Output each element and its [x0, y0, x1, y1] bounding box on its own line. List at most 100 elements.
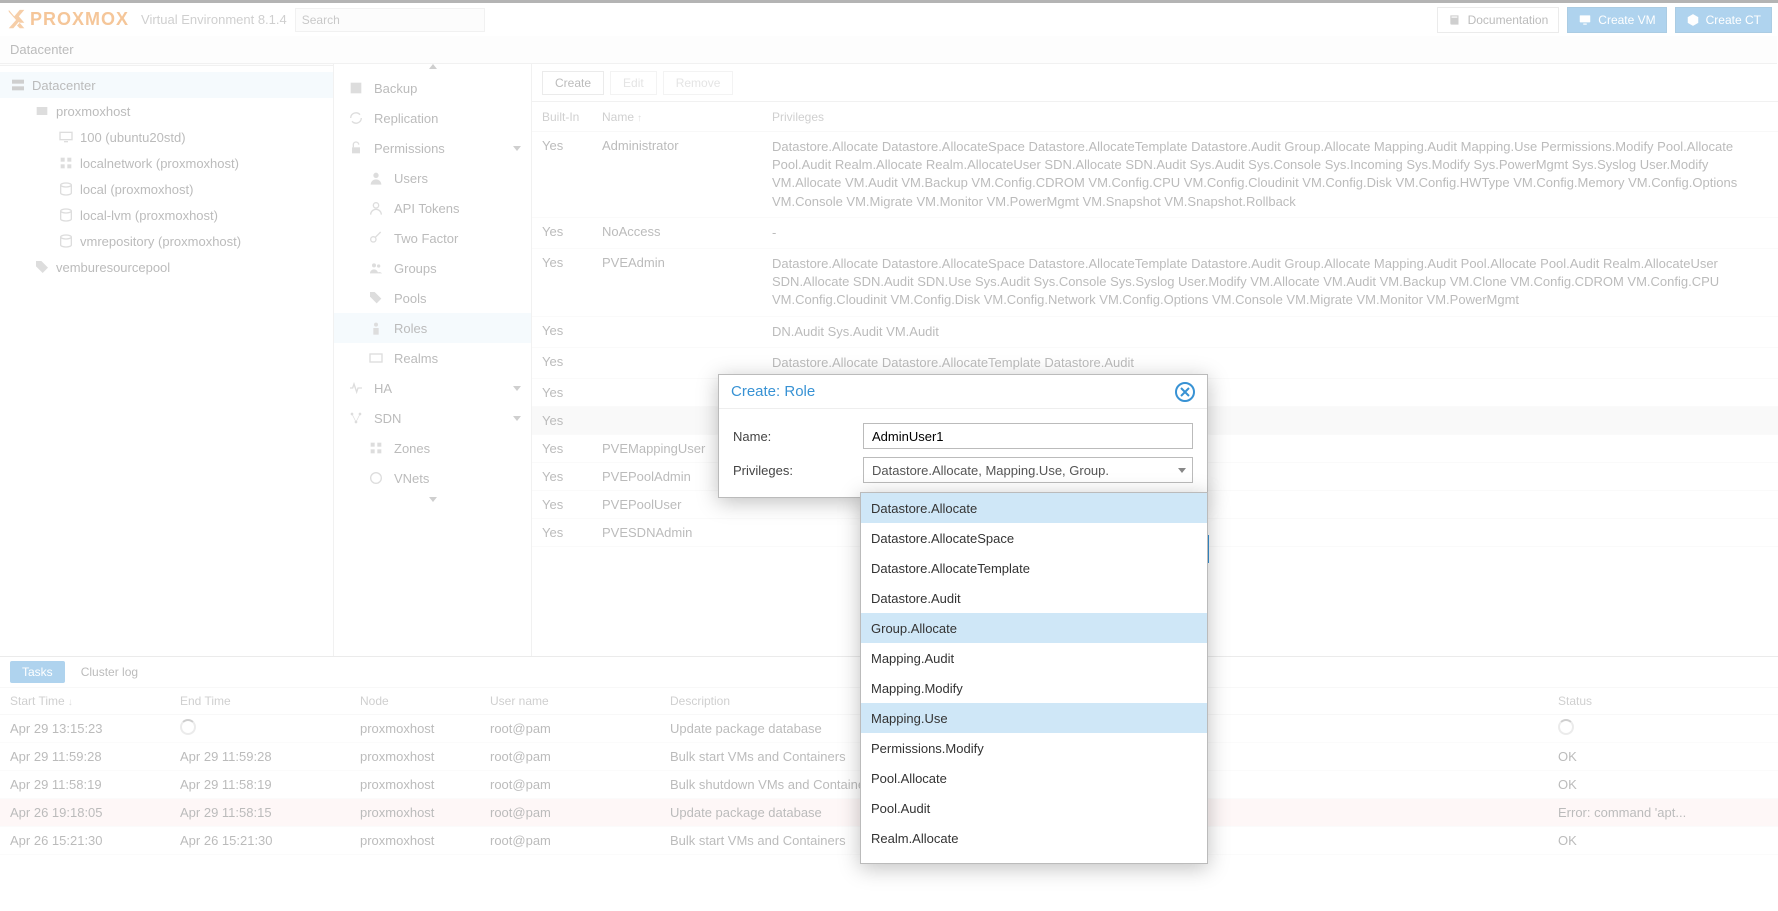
- privilege-option[interactable]: Pool.Audit: [861, 793, 1207, 823]
- privilege-option[interactable]: Realm.AllocateUser: [861, 853, 1207, 863]
- privilege-option[interactable]: Pool.Allocate: [861, 763, 1207, 793]
- create-vm-button[interactable]: Create VM: [1567, 7, 1666, 33]
- version-label: Virtual Environment 8.1.4: [141, 12, 287, 27]
- col-start-time[interactable]: Start Time↓: [0, 694, 180, 708]
- table-row[interactable]: YesDN.Audit Sys.Audit VM.Audit: [532, 317, 1778, 348]
- menu-ha[interactable]: HA: [334, 373, 531, 403]
- tree-pool[interactable]: vemburesourcepool: [0, 254, 333, 280]
- remove-button[interactable]: Remove: [663, 71, 734, 95]
- node-icon: [34, 103, 50, 119]
- role-icon: [368, 320, 384, 336]
- lock-open-icon: [348, 140, 364, 156]
- tree-datacenter[interactable]: Datacenter: [0, 72, 333, 98]
- roles-grid-header: Built-In Name↑ Privileges: [532, 102, 1778, 132]
- create-button[interactable]: Create: [542, 71, 604, 95]
- server-icon: [10, 77, 26, 93]
- menu-realms[interactable]: Realms: [334, 343, 531, 373]
- privileges-label: Privileges:: [733, 463, 863, 478]
- table-row[interactable]: YesAdministratorDatastore.Allocate Datas…: [532, 132, 1778, 218]
- menu-backup[interactable]: Backup: [334, 73, 531, 103]
- col-name[interactable]: Name↑: [602, 110, 772, 124]
- table-row[interactable]: YesPVEAdminDatastore.Allocate Datastore.…: [532, 249, 1778, 317]
- users-icon: [368, 260, 384, 276]
- privilege-option[interactable]: Group.Allocate: [861, 613, 1207, 643]
- config-menu-panel: Datacenter Backup Replication Permission…: [334, 36, 532, 656]
- role-name-input[interactable]: [863, 423, 1193, 449]
- tree-host[interactable]: proxmoxhost: [0, 98, 333, 124]
- tree-local-lvm[interactable]: local-lvm (proxmoxhost): [0, 202, 333, 228]
- tree-local[interactable]: local (proxmoxhost): [0, 176, 333, 202]
- menu-users[interactable]: Users: [334, 163, 531, 193]
- key-icon: [368, 230, 384, 246]
- privilege-option[interactable]: Mapping.Modify: [861, 673, 1207, 703]
- menu-permissions[interactable]: Permissions: [334, 133, 531, 163]
- menu-apitokens[interactable]: API Tokens: [334, 193, 531, 223]
- col-end-time[interactable]: End Time: [180, 694, 360, 708]
- chevron-up-icon[interactable]: [429, 64, 437, 69]
- tags-icon: [368, 290, 384, 306]
- database-icon: [58, 181, 74, 197]
- create-ct-button[interactable]: Create CT: [1675, 7, 1772, 33]
- dialog-close-button[interactable]: [1175, 382, 1195, 402]
- create-role-dialog: Create: Role Name: Privileges: Datastore…: [718, 374, 1208, 498]
- chevron-down-icon: [513, 416, 521, 421]
- database-icon: [58, 233, 74, 249]
- privilege-option[interactable]: Datastore.Audit: [861, 583, 1207, 613]
- menu-sdn[interactable]: SDN: [334, 403, 531, 433]
- menu-groups[interactable]: Groups: [334, 253, 531, 283]
- col-builtin[interactable]: Built-In: [532, 110, 602, 124]
- user-key-icon: [368, 200, 384, 216]
- tab-cluster-log[interactable]: Cluster log: [69, 661, 150, 683]
- breadcrumb: Datacenter: [0, 36, 1777, 64]
- book-icon: [1448, 13, 1462, 27]
- dialog-title: Create: Role: [731, 383, 815, 400]
- cube-icon: [1686, 13, 1700, 27]
- privilege-option[interactable]: Datastore.Allocate: [861, 493, 1207, 523]
- sdn-icon: [348, 410, 364, 426]
- refresh-icon: [348, 110, 364, 126]
- menu-replication[interactable]: Replication: [334, 103, 531, 133]
- chevron-down-icon[interactable]: [429, 497, 437, 502]
- privilege-option[interactable]: Datastore.AllocateSpace: [861, 523, 1207, 553]
- left-panel: Server View Datacenter proxmoxhost 100 (…: [0, 36, 334, 656]
- privilege-option[interactable]: Mapping.Audit: [861, 643, 1207, 673]
- brand-logo: PROXMOX: [6, 9, 129, 31]
- menu-vnets[interactable]: VNets: [334, 463, 531, 493]
- col-user[interactable]: User name: [490, 694, 670, 708]
- edit-button[interactable]: Edit: [610, 71, 657, 95]
- tab-tasks[interactable]: Tasks: [10, 661, 65, 683]
- network-icon: [368, 470, 384, 486]
- privilege-option[interactable]: Datastore.AllocateTemplate: [861, 553, 1207, 583]
- col-status[interactable]: Status: [1558, 694, 1778, 708]
- chevron-down-icon: [513, 146, 521, 151]
- sort-asc-icon: ↑: [637, 113, 642, 124]
- name-label: Name:: [733, 429, 863, 444]
- documentation-button[interactable]: Documentation: [1437, 7, 1560, 33]
- tag-icon: [34, 259, 50, 275]
- resource-tree: Datacenter proxmoxhost 100 (ubuntu20std)…: [0, 66, 333, 286]
- privileges-combo[interactable]: Datastore.Allocate, Mapping.Use, Group.: [863, 457, 1193, 483]
- privilege-option[interactable]: Permissions.Modify: [861, 733, 1207, 763]
- menu-pools[interactable]: Pools: [334, 283, 531, 313]
- col-privileges[interactable]: Privileges: [772, 110, 1778, 124]
- sort-desc-icon: ↓: [68, 697, 73, 708]
- menu-roles[interactable]: Roles: [334, 313, 531, 343]
- roles-toolbar: Create Edit Remove: [532, 64, 1778, 102]
- tree-vm-100[interactable]: 100 (ubuntu20std): [0, 124, 333, 150]
- chevron-down-icon: [1178, 468, 1186, 473]
- tree-vmrepository[interactable]: vmrepository (proxmoxhost): [0, 228, 333, 254]
- search-input[interactable]: [295, 8, 485, 32]
- privilege-option[interactable]: Realm.Allocate: [861, 823, 1207, 853]
- col-node[interactable]: Node: [360, 694, 490, 708]
- table-row[interactable]: YesNoAccess-: [532, 218, 1778, 249]
- proxmox-x-icon: [6, 9, 28, 31]
- menu-zones[interactable]: Zones: [334, 433, 531, 463]
- tree-localnetwork[interactable]: localnetwork (proxmoxhost): [0, 150, 333, 176]
- grid-icon: [58, 155, 74, 171]
- privilege-option[interactable]: Mapping.Use: [861, 703, 1207, 733]
- close-icon: [1180, 387, 1190, 397]
- desktop-icon: [1578, 13, 1592, 27]
- privileges-dropdown: Datastore.AllocateDatastore.AllocateSpac…: [860, 492, 1208, 864]
- chevron-down-icon: [513, 386, 521, 391]
- menu-twofactor[interactable]: Two Factor: [334, 223, 531, 253]
